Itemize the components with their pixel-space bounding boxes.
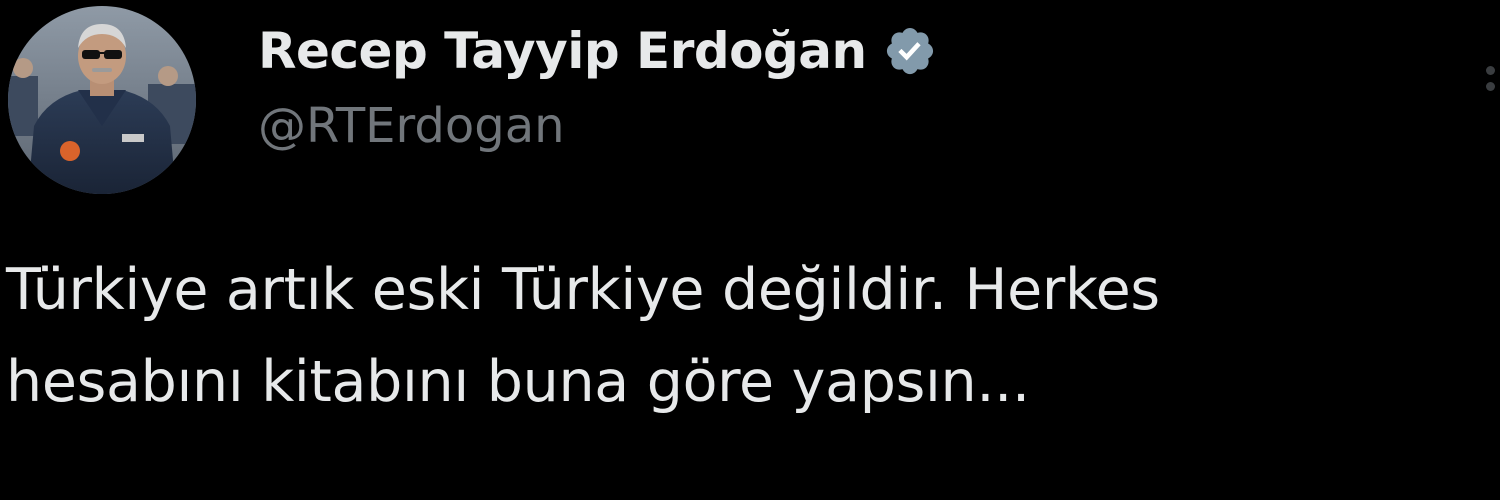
verified-badge-icon bbox=[883, 24, 937, 78]
author-avatar[interactable] bbox=[8, 6, 196, 194]
tweet-text-line: Türkiye artık eski Türkiye değildir. Her… bbox=[6, 257, 1160, 323]
more-dot bbox=[1486, 82, 1495, 91]
tweet-text-line: hesabını kitabını buna göre yapsın... bbox=[6, 349, 1030, 415]
tweet: Recep Tayyip Erdoğan @RTErdogan Türkiye … bbox=[0, 0, 1500, 500]
author-display-name[interactable]: Recep Tayyip Erdoğan bbox=[258, 22, 867, 80]
tweet-text: Türkiye artık eski Türkiye değildir. Her… bbox=[6, 244, 1500, 428]
more-options-icon[interactable] bbox=[1486, 66, 1500, 116]
name-row: Recep Tayyip Erdoğan bbox=[258, 18, 937, 84]
author-block: Recep Tayyip Erdoğan @RTErdogan bbox=[258, 18, 937, 154]
author-handle[interactable]: @RTErdogan bbox=[258, 98, 937, 154]
more-dot bbox=[1486, 66, 1495, 75]
